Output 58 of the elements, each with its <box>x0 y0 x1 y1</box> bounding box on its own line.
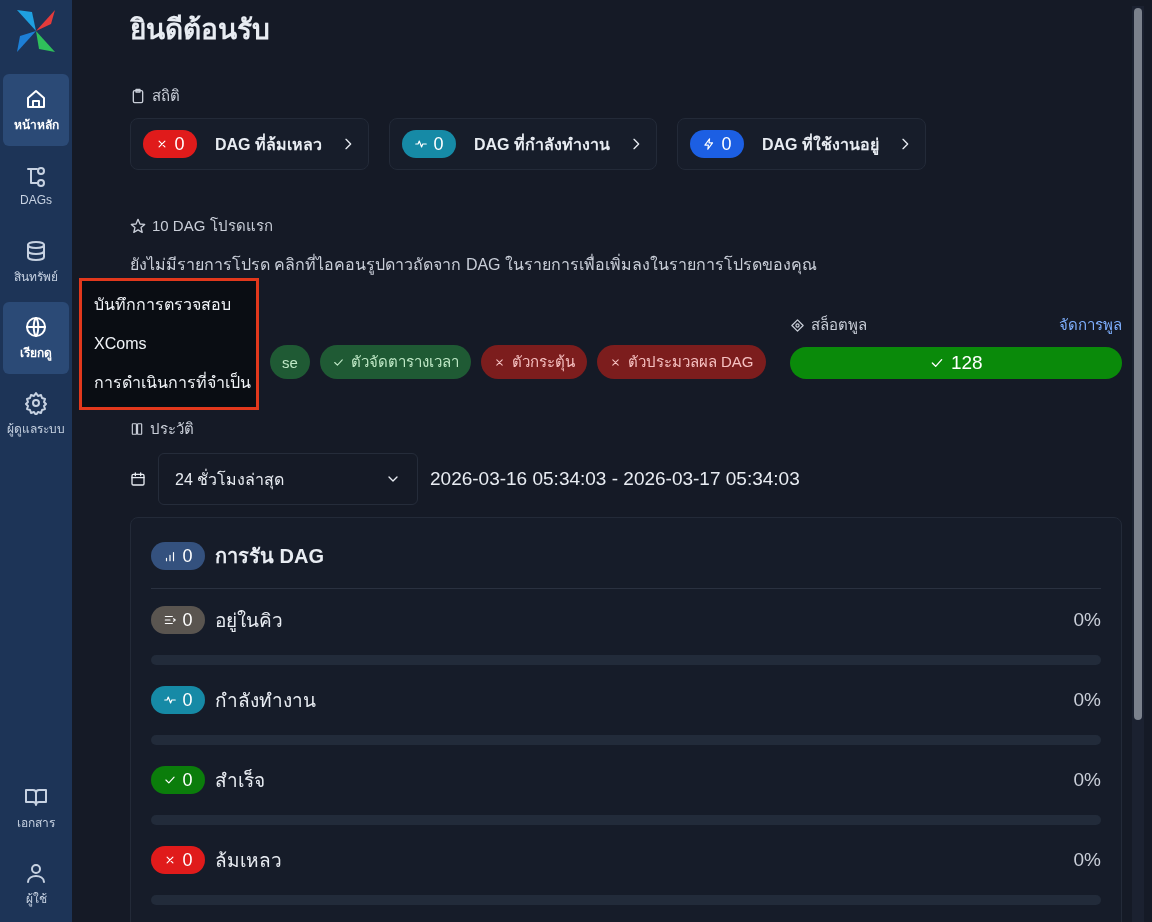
sidebar-item[interactable]: ผู้ใช้ <box>3 848 69 920</box>
percent-text: 0% <box>1073 769 1101 791</box>
globe-icon <box>24 314 48 339</box>
count-badge: 0 <box>402 130 456 158</box>
sidebar-item[interactable]: เรียกดู <box>3 302 69 374</box>
health-badge: se <box>270 345 310 379</box>
star-icon <box>130 218 146 234</box>
menu-item[interactable]: XComs <box>82 333 256 355</box>
count-badge: 0 <box>143 130 197 158</box>
gear-icon <box>24 390 48 415</box>
percent-text: 0% <box>1073 689 1101 711</box>
calendar-icon <box>130 471 146 487</box>
stat-label: DAG ที่ใช้งานอยู่ <box>762 132 879 157</box>
section-heading: 10 DAG โปรดแรก <box>152 216 273 236</box>
menu-item[interactable]: บันทึกการตรวจสอบ <box>82 293 256 316</box>
count-badge: 0 <box>151 686 205 714</box>
percent-text: 0% <box>1073 849 1101 871</box>
pool-slots-bar: 128 <box>789 347 1122 379</box>
health-badge: ตัวกระตุ้น <box>480 345 587 379</box>
count-badge: 0 <box>690 130 744 158</box>
count-badge: 0 <box>151 766 205 794</box>
scrollbar[interactable] <box>1132 6 1144 922</box>
section-heading: สล็อตพูล <box>810 314 867 336</box>
clipboard-icon <box>130 88 146 104</box>
percent-text: 0% <box>1073 609 1101 631</box>
sidebar-item[interactable]: หน้าหลัก <box>3 74 69 146</box>
database-icon <box>24 238 48 263</box>
sidebar-item[interactable]: DAGs <box>3 150 69 222</box>
card-title: การรัน DAG <box>215 544 324 569</box>
count-badge: 0 <box>151 542 205 570</box>
empty-message: ยังไม่มีรายการโปรด คลิกที่ไอคอนรูปดาวถัดจาก DAG ในรายการเพื่อเพิ่มลงในรายการโปรดของคุณ <box>130 253 818 277</box>
state-label: อยู่ในคิว <box>215 609 284 634</box>
state-label: สำเร็จ <box>215 768 266 793</box>
date-range-text: 2026-03-16 05:34:03 - 2026-03-17 05:34:03 <box>430 468 800 490</box>
time-range-select[interactable]: 24 ชั่วโมงล่าสุด <box>158 453 418 505</box>
section-heading: สถิติ <box>152 86 180 106</box>
graph-icon <box>24 165 48 189</box>
sidebar-item[interactable]: เอกสาร <box>3 772 69 844</box>
pulse-icon <box>414 137 429 151</box>
health-badge: ตัวประมวลผล DAG <box>596 345 766 379</box>
state-label: ล้มเหลว <box>215 849 283 873</box>
count-badge: 0 <box>151 606 205 634</box>
stat-label: DAG ที่ล้มเหลว <box>215 132 322 155</box>
health-badge: ตัวจัดตารางเวลา <box>319 345 471 379</box>
stat-card[interactable]: 0 DAG ที่ล้มเหลว <box>130 118 369 170</box>
page-title: ยินดีต้อนรับ <box>130 13 271 47</box>
pulse-icon <box>163 693 178 707</box>
menu-item[interactable]: การดำเนินการที่จำเป็น <box>82 372 256 395</box>
stat-card[interactable]: 0 DAG ที่กำลังทำงาน <box>389 118 657 170</box>
count-badge: 0 <box>151 846 205 874</box>
sidebar-item[interactable]: ผู้ดูแลระบบ <box>3 378 69 450</box>
sidebar-item[interactable]: สินทรัพย์ <box>3 226 69 298</box>
state-label: กำลังทำงาน <box>215 689 317 713</box>
section-heading: ประวัติ <box>150 419 194 439</box>
stat-card[interactable]: 0 DAG ที่ใช้งานอยู่ <box>677 118 926 170</box>
stat-label: DAG ที่กำลังทำงาน <box>474 132 610 155</box>
manage-pools-link[interactable]: จัดการพูล <box>1059 313 1122 337</box>
list-icon <box>163 613 178 627</box>
